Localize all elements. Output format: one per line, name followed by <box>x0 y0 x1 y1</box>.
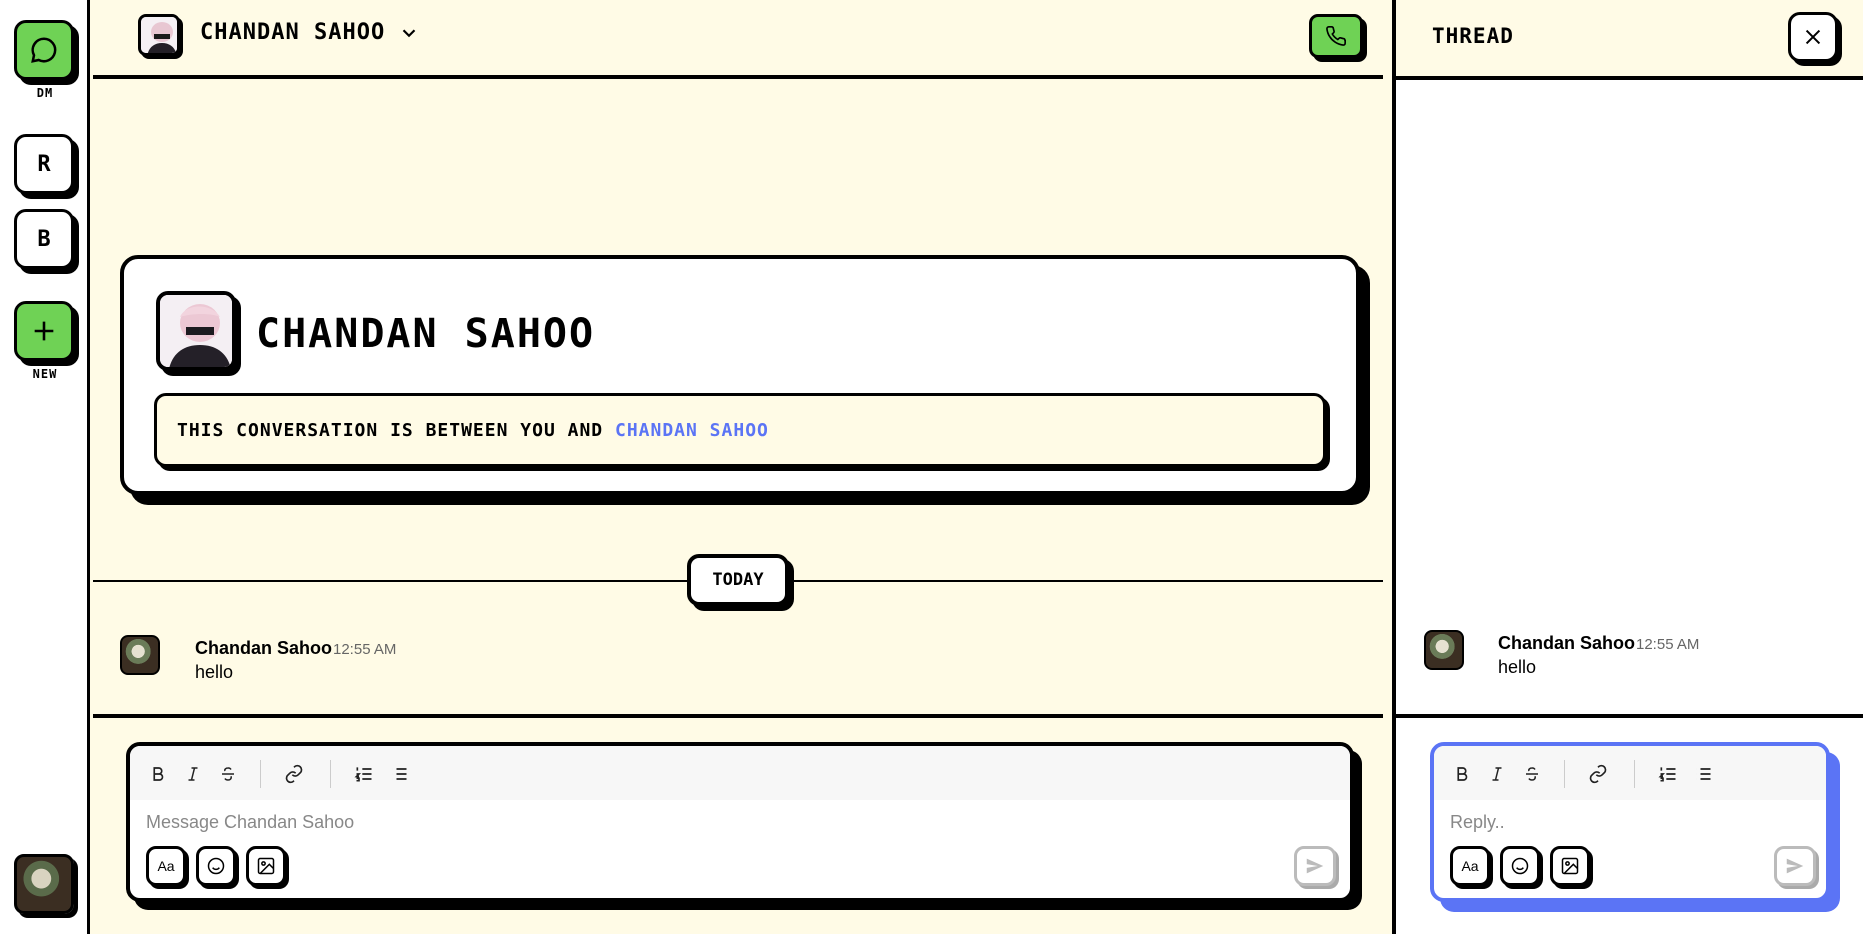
ordered-list-icon <box>354 767 372 782</box>
reply-format-toolbar <box>1434 746 1826 800</box>
bullet-list-button[interactable] <box>385 760 413 788</box>
contact-avatar[interactable] <box>138 14 180 56</box>
thread-message-author-avatar[interactable] <box>1424 630 1464 670</box>
toolbar-separator <box>1564 760 1565 788</box>
message-author-avatar[interactable] <box>120 635 160 675</box>
bullet-list-icon <box>1696 768 1711 780</box>
link-icon <box>285 764 303 784</box>
reply-strikethrough-button[interactable] <box>1518 760 1546 788</box>
thread-title: THREAD <box>1432 24 1514 48</box>
intro-avatar <box>156 291 236 371</box>
bold-button[interactable] <box>144 760 172 788</box>
image-upload-button[interactable] <box>246 846 286 886</box>
ordered-list-button[interactable] <box>350 760 378 788</box>
user-avatar[interactable] <box>14 854 74 914</box>
message-text: hello <box>195 662 234 682</box>
reply-bullet-list-button[interactable] <box>1689 760 1717 788</box>
smiley-icon <box>207 857 225 875</box>
reply-send-button[interactable] <box>1774 846 1816 886</box>
toolbar-separator <box>1634 760 1635 788</box>
send-icon <box>1306 858 1324 874</box>
contact-name-dropdown[interactable]: CHANDAN SAHOO <box>200 20 385 45</box>
bullet-list-icon <box>392 768 407 780</box>
workspace-rail: DM R B NEW <box>0 0 90 934</box>
link-icon <box>1589 764 1607 784</box>
dm-label: DM <box>36 86 54 100</box>
text-format-button[interactable]: Aa <box>146 846 186 886</box>
contact-link[interactable]: CHANDAN SAHOO <box>615 420 769 441</box>
toolbar-separator <box>330 760 331 788</box>
image-icon <box>257 857 275 875</box>
reply-image-upload-button[interactable] <box>1550 846 1590 886</box>
new-label: NEW <box>32 367 58 381</box>
intro-contact-name: CHANDAN SAHOO <box>256 311 596 357</box>
anime-avatar-image <box>141 17 177 53</box>
anime-avatar-image <box>160 295 232 367</box>
link-button[interactable] <box>280 760 308 788</box>
bold-icon <box>153 767 164 781</box>
workspace-button-r[interactable]: R <box>14 134 74 194</box>
close-icon <box>1805 29 1821 45</box>
thread-panel: THREAD Chandan Sahoo 12:55 AM hello Repl… <box>1392 0 1863 934</box>
new-workspace-button[interactable] <box>14 301 74 361</box>
thread-composer-divider <box>1396 714 1863 718</box>
bold-icon <box>1457 767 1468 781</box>
ordered-list-icon <box>1658 767 1676 782</box>
thread-header: THREAD <box>1396 0 1863 80</box>
message-author[interactable]: Chandan Sahoo <box>195 638 332 659</box>
reply-italic-button[interactable] <box>1483 760 1511 788</box>
chat-bubble-icon <box>31 37 57 63</box>
thread-message-time: 12:55 AM <box>1636 636 1700 653</box>
reply-input[interactable] <box>1450 812 1803 833</box>
strikethrough-button[interactable] <box>214 760 242 788</box>
plus-icon <box>34 321 54 341</box>
send-button[interactable] <box>1294 846 1336 886</box>
composer-divider <box>93 714 1383 718</box>
close-thread-button[interactable] <box>1788 12 1838 62</box>
reply-bold-button[interactable] <box>1448 760 1476 788</box>
reply-text-format-button[interactable]: Aa <box>1450 846 1490 886</box>
reply-ordered-list-button[interactable] <box>1654 760 1682 788</box>
strikethrough-icon <box>222 767 234 781</box>
emoji-button[interactable] <box>196 846 236 886</box>
chevron-down-icon[interactable] <box>398 22 420 44</box>
thread-message-author[interactable]: Chandan Sahoo <box>1498 633 1635 654</box>
message-composer: Aa <box>126 742 1354 902</box>
format-toolbar <box>130 746 1350 800</box>
call-button[interactable] <box>1309 14 1363 58</box>
message-input[interactable] <box>146 812 1244 833</box>
thread-message-text: hello <box>1498 657 1537 677</box>
workspace-button-b[interactable]: B <box>14 209 74 269</box>
reply-composer: Aa <box>1430 742 1830 902</box>
italic-icon <box>188 767 198 781</box>
message-time: 12:55 AM <box>333 641 397 658</box>
conversation-intro-card: CHANDAN SAHOO THIS CONVERSATION IS BETWE… <box>120 255 1360 495</box>
phone-icon <box>1326 26 1346 46</box>
send-icon <box>1786 858 1804 874</box>
reply-emoji-button[interactable] <box>1500 846 1540 886</box>
italic-button[interactable] <box>179 760 207 788</box>
date-divider-label: TODAY <box>687 554 789 606</box>
conversation-note: THIS CONVERSATION IS BETWEEN YOU AND CHA… <box>154 393 1326 467</box>
dm-button[interactable] <box>14 20 74 80</box>
conversation-header: CHANDAN SAHOO <box>93 0 1383 79</box>
reply-link-button[interactable] <box>1584 760 1612 788</box>
strikethrough-icon <box>1526 767 1538 781</box>
italic-icon <box>1492 767 1502 781</box>
note-prefix: THIS CONVERSATION IS BETWEEN YOU AND <box>177 420 604 441</box>
toolbar-separator <box>260 760 261 788</box>
image-icon <box>1561 857 1579 875</box>
smiley-icon <box>1511 857 1529 875</box>
